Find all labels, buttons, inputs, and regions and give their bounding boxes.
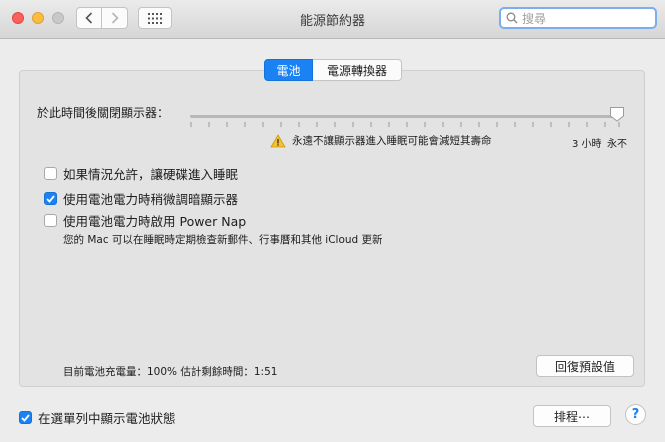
power-source-tabs: 電池 電源轉換器 bbox=[264, 59, 402, 81]
search-placeholder: 搜尋 bbox=[522, 11, 547, 26]
checkbox-show-battery-in-menu-bar[interactable] bbox=[19, 411, 32, 424]
option-dim-display-label: 使用電池電力時稍微調暗顯示器 bbox=[63, 192, 239, 207]
display-sleep-slider-track[interactable] bbox=[190, 115, 620, 118]
display-sleep-warning: 永遠不讓顯示器進入睡眠可能會減短其壽命 bbox=[270, 133, 492, 148]
show-battery-in-menu-bar-label: 在選單列中顯示電池狀態 bbox=[38, 411, 176, 426]
checkbox-power-nap[interactable] bbox=[44, 214, 57, 227]
option-hard-disk-sleep-label: 如果情況允許，讓硬碟進入睡眠 bbox=[63, 167, 239, 182]
restore-defaults-button[interactable]: 回復預設值 bbox=[536, 355, 634, 377]
option-dim-display[interactable]: 使用電池電力時稍微調暗顯示器 bbox=[44, 189, 238, 208]
tab-battery[interactable]: 電池 bbox=[264, 59, 313, 81]
help-button[interactable]: ? bbox=[625, 404, 646, 425]
battery-status: 目前電池充電量：100% 估計剩餘時間：1:51 bbox=[63, 366, 278, 378]
checkbox-hard-disk-sleep[interactable] bbox=[44, 167, 57, 180]
display-sleep-label: 於此時間後關閉顯示器： bbox=[37, 106, 170, 120]
slider-ticks bbox=[190, 122, 620, 127]
power-nap-description: 您的 Mac 可以在睡眠時定期檢查新郵件、行事曆和其他 iCloud 更新 bbox=[63, 234, 383, 246]
option-hard-disk-sleep[interactable]: 如果情況允許，讓硬碟進入睡眠 bbox=[44, 164, 238, 183]
title-bar: 能源節約器 搜尋 bbox=[0, 0, 665, 39]
search-icon bbox=[506, 12, 518, 24]
warning-icon bbox=[270, 133, 286, 147]
tick-label-3-hours: 3 小時 bbox=[572, 139, 602, 150]
option-power-nap[interactable]: 使用電池電力時啟用 Power Nap bbox=[44, 211, 246, 230]
checkmark-icon bbox=[21, 413, 30, 422]
schedule-button[interactable]: 排程⋯ bbox=[533, 405, 611, 427]
option-show-battery-in-menu-bar[interactable]: 在選單列中顯示電池狀態 bbox=[19, 408, 176, 427]
search-field[interactable]: 搜尋 bbox=[499, 7, 657, 29]
tick-label-never: 永不 bbox=[607, 139, 627, 150]
warning-text: 永遠不讓顯示器進入睡眠可能會減短其壽命 bbox=[292, 135, 492, 147]
checkmark-icon bbox=[46, 194, 55, 203]
display-sleep-slider-thumb[interactable] bbox=[609, 106, 625, 122]
option-power-nap-label: 使用電池電力時啟用 Power Nap bbox=[63, 214, 247, 229]
checkbox-dim-display[interactable] bbox=[44, 192, 57, 205]
tab-power-adapter[interactable]: 電源轉換器 bbox=[313, 59, 402, 81]
